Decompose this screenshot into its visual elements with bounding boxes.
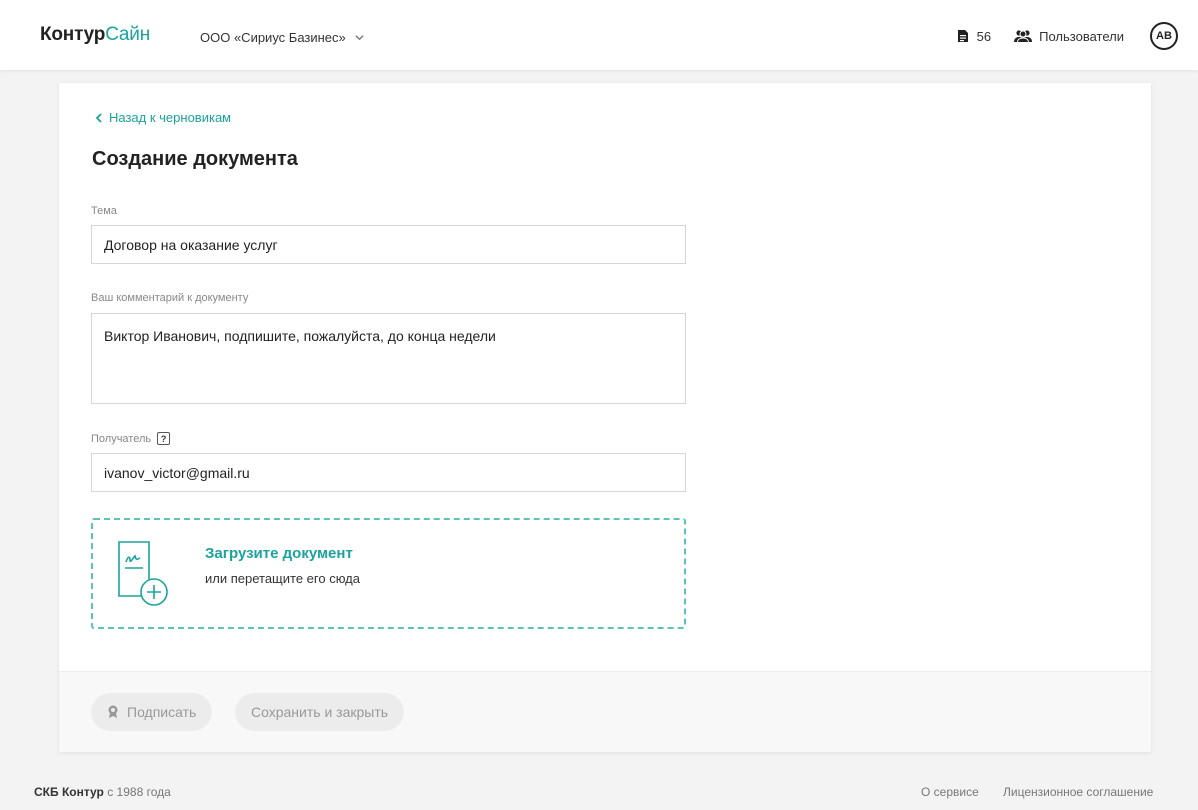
chevron-down-icon [355,35,364,41]
company-since: с 1988 года [107,785,171,799]
recipient-label-row: Получатель ? [91,432,171,445]
chevron-left-icon [95,112,102,123]
users-icon [1014,30,1033,43]
subject-input[interactable]: Договор на оказание услуг [91,225,686,264]
upload-subtitle: или перетащите его сюда [205,571,360,586]
sign-button[interactable]: Подписать [91,693,213,731]
logo-accent: Сайн [105,24,150,45]
org-name: ООО «Сириус Базинес» [200,30,346,45]
upload-document-icon [118,541,168,606]
about-link[interactable]: О сервисе [921,785,979,799]
save-label: Сохранить и закрыть [251,704,389,720]
subject-label: Тема [91,205,117,217]
company-name: СКБ Контур [34,785,104,799]
recipient-input[interactable]: ivanov_victor@gmail.ru [91,453,686,492]
help-icon[interactable]: ? [157,432,171,445]
upload-title: Загрузите документ [205,545,353,562]
upload-dropzone[interactable]: Загрузите документ или перетащите его сю… [91,518,686,629]
back-label: Назад к черновикам [109,110,232,125]
recipient-label: Получатель [91,432,152,445]
license-link[interactable]: Лицензионное соглашение [1003,785,1153,799]
users-link[interactable]: Пользователи [1013,29,1124,44]
documents-count: 56 [976,28,992,44]
document-icon [957,30,968,42]
page-title: Создание документа [92,148,298,170]
logo[interactable]: КонтурСайн [40,24,150,46]
document-form-card: Назад к черновикам Создание документа Те… [59,83,1151,752]
action-bar: Подписать Сохранить и закрыть [59,671,1151,752]
comment-textarea[interactable]: Виктор Иванович, подпишите, пожалуйста, … [91,313,686,404]
users-label: Пользователи [1039,28,1124,44]
copyright: СКБ Контур с 1988 года [34,785,171,799]
logo-main: Контур [40,24,106,45]
save-and-close-button[interactable]: Сохранить и закрыть [235,693,405,731]
comment-label: Ваш комментарий к документу [91,292,249,304]
org-selector[interactable]: ООО «Сириус Базинес» [200,30,365,45]
header-right: 56 Пользователи АВ [957,22,1178,50]
documents-counter[interactable]: 56 [957,29,991,44]
award-icon [108,705,118,718]
app-header: КонтурСайн ООО «Сириус Базинес» 56 Польз… [0,0,1198,70]
sign-label: Подписать [127,704,197,720]
back-to-drafts-link[interactable]: Назад к черновикам [95,110,231,125]
avatar[interactable]: АВ [1150,22,1178,50]
